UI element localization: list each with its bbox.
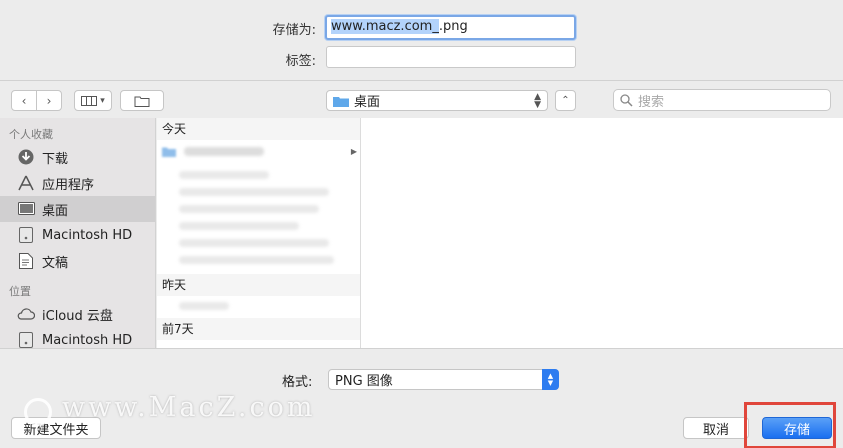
search-placeholder: 搜索 [638, 94, 665, 110]
search-icon [620, 93, 633, 107]
yesterday-header: 昨天 [157, 274, 360, 296]
cancel-button[interactable]: 取消 [683, 417, 749, 439]
sidebar-item-downloads[interactable]: 下载 [0, 144, 155, 170]
favorites-header: 个人收藏 [9, 128, 53, 141]
watermark-text: www.MacZ.com [62, 392, 316, 423]
disk-icon [17, 331, 35, 348]
toolbar: ‹ › ▾ 桌面 ▲ ▼ ⌃ 搜索 [0, 80, 843, 118]
location-popup[interactable]: 桌面 ▲ ▼ [326, 90, 548, 111]
sidebar: 个人收藏 下载 应用程序 桌面 Macintosh HD 文稿 位置 iClou… [0, 118, 156, 348]
collapse-button[interactable]: ⌃ [555, 90, 576, 111]
sidebar-item-desktop[interactable]: 桌面 [0, 196, 155, 222]
file-column: 今天 ▶ 昨天 前7天 [157, 118, 361, 348]
blurred-file[interactable] [179, 171, 269, 179]
filename-extension: .png [438, 19, 468, 34]
applications-icon [17, 174, 35, 192]
columns-view-icon [81, 95, 98, 106]
chevron-down-icon: ▾ [100, 95, 105, 106]
view-mode-button[interactable]: ▾ [74, 90, 112, 111]
blurred-file[interactable] [179, 302, 229, 310]
sidebar-item-applications[interactable]: 应用程序 [0, 170, 155, 196]
sidebar-item-macintosh-hd[interactable]: Macintosh HD [0, 222, 155, 248]
sidebar-item-label: iCloud 云盘 [42, 308, 113, 324]
blurred-file[interactable] [179, 256, 334, 264]
tags-field[interactable] [326, 46, 576, 68]
filename-selection: www.macz.com_ [331, 19, 439, 34]
blurred-file[interactable] [179, 239, 329, 247]
location-label: 桌面 [354, 95, 381, 110]
blurred-file[interactable] [179, 188, 329, 196]
disk-icon [17, 226, 35, 244]
previous-7-days-header: 前7天 [157, 318, 360, 340]
folder-icon [162, 147, 176, 157]
chevron-left-icon: ‹ [21, 93, 27, 108]
sidebar-item-macintosh-hd-location[interactable]: Macintosh HD [0, 327, 155, 348]
search-field[interactable]: 搜索 [613, 89, 831, 111]
blurred-folder-row[interactable]: ▶ [157, 140, 360, 162]
sidebar-item-documents[interactable]: 文稿 [0, 248, 155, 274]
updown-icon: ▲ ▼ [542, 369, 559, 390]
download-icon [17, 148, 35, 166]
sidebar-item-label: 下载 [42, 151, 69, 167]
filename-field[interactable]: www.macz.com_.png [325, 15, 576, 40]
save-as-label: 存储为: [272, 23, 316, 38]
new-folder-toolbar-button[interactable] [120, 90, 164, 111]
sidebar-item-label: 文稿 [42, 255, 69, 271]
sidebar-item-label: 桌面 [42, 203, 69, 219]
chevron-up-icon: ⌃ [561, 95, 570, 106]
sidebar-item-label: Macintosh HD [42, 227, 133, 243]
forward-button[interactable]: › [36, 90, 62, 111]
folder-icon [333, 96, 349, 107]
today-header: 今天 [157, 118, 360, 140]
updown-icon: ▲ ▼ [534, 91, 541, 110]
format-popup[interactable]: PNG 图像 ▲ ▼ [328, 369, 559, 390]
cloud-icon [17, 305, 35, 323]
format-value: PNG 图像 [335, 374, 393, 389]
back-button[interactable]: ‹ [11, 90, 37, 111]
disclosure-arrow-icon: ▶ [350, 146, 357, 156]
chevron-right-icon: › [46, 93, 52, 108]
preview-column [361, 118, 843, 348]
new-folder-icon [134, 96, 150, 107]
blurred-file[interactable] [179, 205, 319, 213]
save-as-header: 存储为: www.macz.com_.png 标签: [0, 0, 843, 80]
highlight-box [744, 402, 836, 448]
desktop-icon [17, 200, 35, 218]
watermark-logo-icon [24, 398, 52, 426]
sidebar-item-label: 应用程序 [42, 177, 95, 193]
sidebar-item-icloud[interactable]: iCloud 云盘 [0, 301, 155, 327]
format-label: 格式: [282, 375, 313, 390]
locations-header: 位置 [9, 285, 31, 298]
blurred-file[interactable] [179, 222, 299, 230]
tags-label: 标签: [285, 54, 316, 69]
documents-icon [17, 252, 35, 270]
sidebar-item-label: Macintosh HD [42, 332, 133, 348]
